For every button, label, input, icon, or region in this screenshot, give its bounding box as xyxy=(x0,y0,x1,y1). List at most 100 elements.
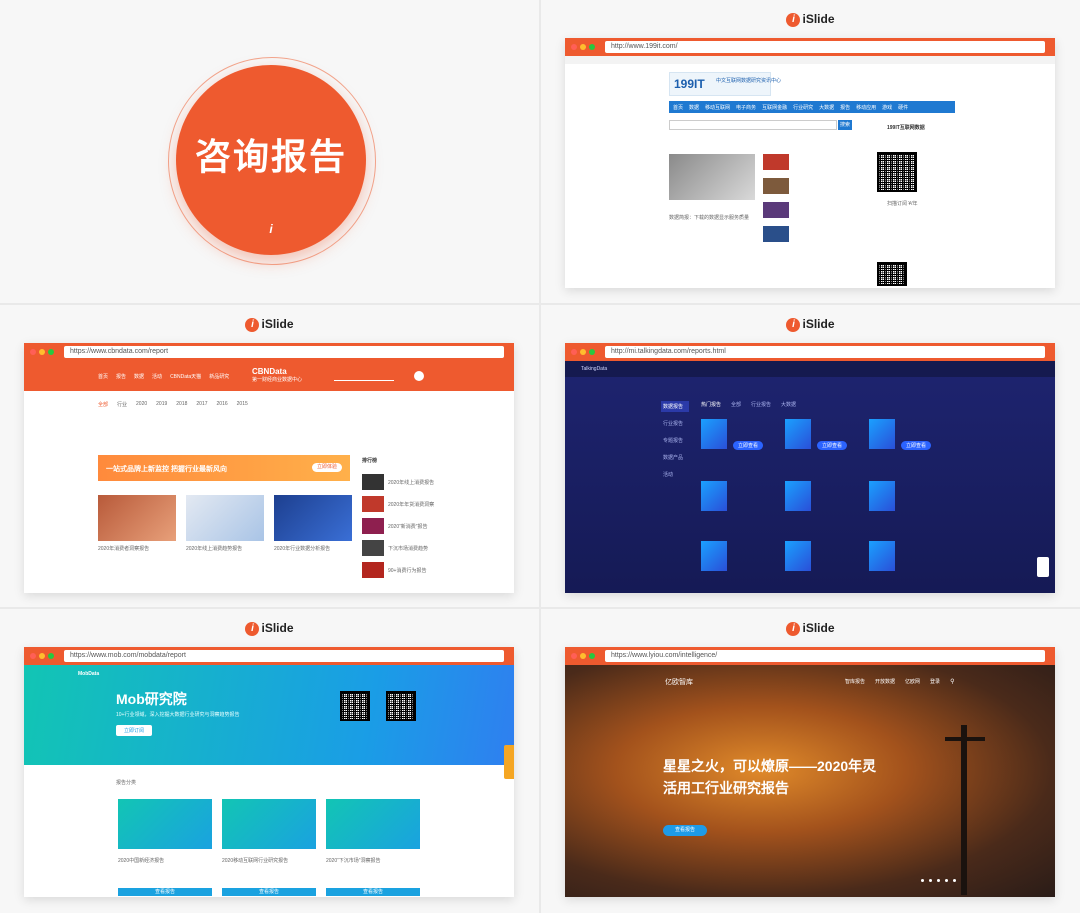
close-dot-icon[interactable] xyxy=(30,653,36,659)
filter-item[interactable]: 2017 xyxy=(196,401,207,408)
nav-item[interactable]: 数据 xyxy=(689,104,699,111)
card-caption[interactable]: 2020年消费者洞察报告 xyxy=(98,545,149,552)
promo-banner[interactable]: 一站式品牌上新监控 把握行业最新风向 立即体验 xyxy=(98,455,350,481)
news-thumb[interactable] xyxy=(763,226,789,242)
article-title[interactable]: 数据简报：下载的数据显示服务质量 xyxy=(669,214,749,221)
side-float-icon[interactable] xyxy=(504,745,514,779)
card-title[interactable]: 2020移动互联网行业研究报告 xyxy=(222,857,288,864)
user-avatar[interactable] xyxy=(414,371,424,381)
close-dot-icon[interactable] xyxy=(571,653,577,659)
card-button[interactable]: 查看报告 xyxy=(326,888,420,896)
maximize-dot-icon[interactable] xyxy=(589,349,595,355)
maximize-dot-icon[interactable] xyxy=(589,653,595,659)
sidebar-item[interactable]: 活动 xyxy=(661,469,689,480)
site-logo[interactable]: TalkingData xyxy=(581,366,607,372)
nav-item[interactable]: 移动应用 xyxy=(856,104,876,111)
carousel-dot[interactable] xyxy=(929,879,932,882)
report-card[interactable] xyxy=(98,495,176,541)
card-button[interactable]: 立即查看 xyxy=(733,441,764,450)
filter-item[interactable]: 2016 xyxy=(217,401,228,408)
address-bar[interactable]: https://www.mob.com/mobdata/report xyxy=(64,650,504,662)
nav-item[interactable]: 大数据 xyxy=(819,104,834,111)
nav-item[interactable]: 报告 xyxy=(840,104,850,111)
maximize-dot-icon[interactable] xyxy=(48,349,54,355)
report-card[interactable] xyxy=(701,419,727,449)
sidebar-item[interactable]: 行业报告 xyxy=(661,418,689,429)
tab-all[interactable]: 全部 xyxy=(731,401,741,408)
chat-widget-icon[interactable] xyxy=(1037,557,1049,577)
minimize-dot-icon[interactable] xyxy=(580,44,586,50)
news-thumb[interactable] xyxy=(763,178,789,194)
report-card[interactable] xyxy=(701,541,727,571)
featured-image[interactable] xyxy=(669,154,755,200)
news-thumb[interactable] xyxy=(763,202,789,218)
address-bar[interactable]: https://www.cbndata.com/report xyxy=(64,346,504,358)
nav-item[interactable]: 登录 xyxy=(930,678,940,685)
rank-item[interactable]: 2020年年货消费洞察 xyxy=(362,493,434,515)
nav-item[interactable]: 电子商务 xyxy=(736,104,756,111)
report-card[interactable] xyxy=(326,799,420,849)
report-card[interactable] xyxy=(118,799,212,849)
sidebar-item[interactable]: 数据报告 xyxy=(661,401,689,412)
report-card[interactable] xyxy=(869,541,895,571)
rank-item[interactable]: 90+消费行为报告 xyxy=(362,559,434,581)
address-bar[interactable]: http://www.199it.com/ xyxy=(605,41,1045,53)
card-button[interactable]: 查看报告 xyxy=(118,888,212,896)
filter-item[interactable]: 2018 xyxy=(176,401,187,408)
carousel-dot[interactable] xyxy=(937,879,940,882)
nav-item[interactable]: 首页 xyxy=(98,373,108,380)
nav-item[interactable]: 首页 xyxy=(673,104,683,111)
carousel-dot[interactable] xyxy=(953,879,956,882)
address-bar[interactable]: https://www.lyiou.com/intelligence/ xyxy=(605,650,1045,662)
report-card[interactable] xyxy=(186,495,264,541)
report-card[interactable] xyxy=(785,481,811,511)
banner-button[interactable]: 立即体验 xyxy=(312,463,342,472)
sidebar-item[interactable]: 专题报告 xyxy=(661,435,689,446)
close-dot-icon[interactable] xyxy=(571,349,577,355)
filter-item[interactable]: 2019 xyxy=(156,401,167,408)
search-input[interactable] xyxy=(334,373,394,381)
carousel-dot[interactable] xyxy=(945,879,948,882)
card-button[interactable]: 立即查看 xyxy=(901,441,932,450)
nav-item[interactable]: 数据 xyxy=(134,373,144,380)
search-button[interactable]: 搜索 xyxy=(838,120,852,130)
card-caption[interactable]: 2020年线上消费趋势报告 xyxy=(186,545,242,552)
card-title[interactable]: 2020“下沉市场”洞察报告 xyxy=(326,857,380,864)
tab-industry[interactable]: 行业报告 xyxy=(751,401,771,408)
minimize-dot-icon[interactable] xyxy=(580,349,586,355)
nav-item[interactable]: 亿欧网 xyxy=(905,678,920,685)
nav-item[interactable]: CBNData天猫 xyxy=(170,373,201,380)
filter-item[interactable]: 行业 xyxy=(117,401,127,408)
rank-item[interactable]: 下沉市场消费趋势 xyxy=(362,537,434,559)
nav-item[interactable]: 硬件 xyxy=(898,104,908,111)
nav-item[interactable]: 新品研究 xyxy=(209,373,229,380)
nav-item[interactable]: 移动互联网 xyxy=(705,104,730,111)
nav-item[interactable]: 活动 xyxy=(152,373,162,380)
minimize-dot-icon[interactable] xyxy=(39,349,45,355)
address-bar[interactable]: http://mi.talkingdata.com/reports.html xyxy=(605,346,1045,358)
report-card[interactable] xyxy=(785,541,811,571)
card-button[interactable]: 立即查看 xyxy=(817,441,848,450)
nav-item[interactable]: 游戏 xyxy=(882,104,892,111)
report-card[interactable] xyxy=(701,481,727,511)
minimize-dot-icon[interactable] xyxy=(580,653,586,659)
nav-item[interactable]: 报告 xyxy=(116,373,126,380)
nav-item[interactable]: 开放数据 xyxy=(875,678,895,685)
view-report-button[interactable]: 查看报告 xyxy=(663,825,707,836)
carousel-dot[interactable] xyxy=(921,879,924,882)
tab-hot[interactable]: 热门报告 xyxy=(701,401,721,408)
card-title[interactable]: 2020中国新经济报告 xyxy=(118,857,164,864)
minimize-dot-icon[interactable] xyxy=(39,653,45,659)
filter-item[interactable]: 全部 xyxy=(98,401,108,408)
site-logo[interactable]: 199IT 中文互联网数据研究资讯中心 xyxy=(669,72,781,96)
sidebar-item[interactable]: 数据产品 xyxy=(661,452,689,463)
maximize-dot-icon[interactable] xyxy=(589,44,595,50)
nav-item[interactable]: 互联网金融 xyxy=(762,104,787,111)
site-logo[interactable]: MobData xyxy=(78,671,99,677)
tab-bigdata[interactable]: 大数据 xyxy=(781,401,796,408)
rank-item[interactable]: 2020“新消费”报告 xyxy=(362,515,434,537)
hero-subscribe-button[interactable]: 立即订阅 xyxy=(116,725,153,736)
search-icon[interactable]: ⚲ xyxy=(950,678,954,685)
filter-item[interactable]: 2020 xyxy=(136,401,147,408)
nav-item[interactable]: 智库报告 xyxy=(845,678,865,685)
